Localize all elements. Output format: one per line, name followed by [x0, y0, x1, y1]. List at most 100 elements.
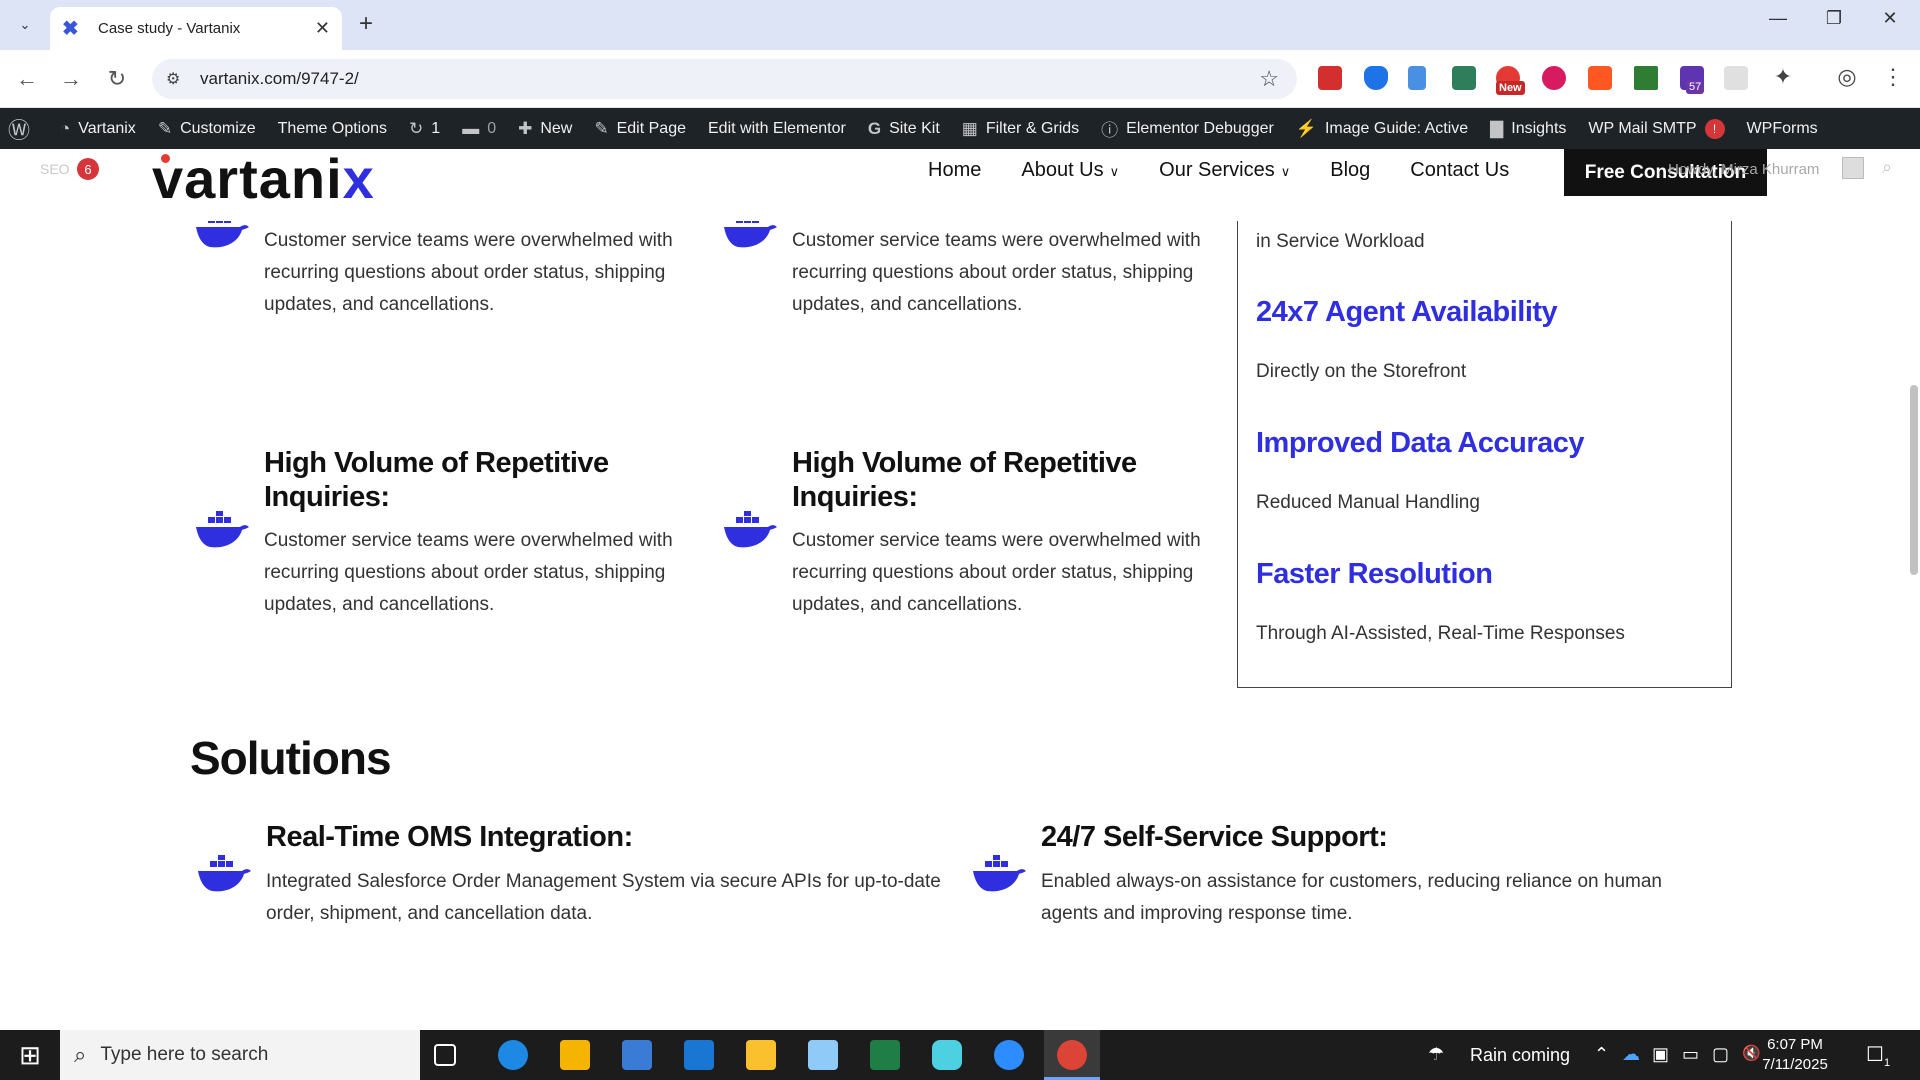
- clock-date: 7/11/2025: [1762, 1056, 1828, 1073]
- minimize-button[interactable]: —: [1758, 8, 1798, 29]
- vartanix-favicon-icon: ✖: [62, 18, 79, 40]
- percent-extension-icon[interactable]: [1588, 66, 1612, 90]
- document-extension-icon[interactable]: [1408, 66, 1426, 90]
- site-logo[interactable]: vartanix: [152, 146, 375, 211]
- adminbar-new[interactable]: ✚ New: [518, 119, 572, 139]
- tab-search-button[interactable]: ⌄: [10, 11, 40, 39]
- weather-text[interactable]: Rain coming: [1470, 1045, 1570, 1066]
- pdf-extension-icon[interactable]: [1318, 66, 1342, 90]
- screen-extension-icon[interactable]: [1452, 66, 1476, 90]
- tab-title: Case study - Vartanix: [98, 20, 241, 37]
- wp-admin-bar: Ⓦ ◔ Vartanix ✎ Customize Theme Options ↻ 1 …: [0, 108, 1920, 149]
- forward-button[interactable]: →: [56, 64, 86, 94]
- mail-icon[interactable]: [684, 1040, 714, 1070]
- microsoft-store-icon[interactable]: [622, 1040, 652, 1070]
- adminbar-wpforms[interactable]: WPForms: [1747, 120, 1818, 138]
- page-scrollbar[interactable]: [1910, 385, 1918, 575]
- site-info-icon[interactable]: ⚙: [166, 69, 190, 89]
- excel-icon[interactable]: [870, 1040, 900, 1070]
- adminbar-edit-elementor[interactable]: Edit with Elementor: [708, 120, 846, 138]
- search-icon: ⌕: [74, 1042, 87, 1067]
- chrome-taskbar-button[interactable]: [1044, 1030, 1100, 1080]
- notification-center-icon[interactable]: ☐1: [1866, 1042, 1890, 1069]
- updates-icon: ↻: [409, 118, 424, 138]
- adminbar-image-guide[interactable]: ⚡ Image Guide: Active: [1296, 119, 1468, 139]
- url-text: vartanix.com/9747-2/: [200, 69, 359, 88]
- site-header: SEO 6 vartanix Home About Us ∨ Our Servic…: [0, 146, 1920, 221]
- grid-extension-icon[interactable]: [1724, 66, 1748, 90]
- extension-count-badge: 57: [1686, 80, 1705, 94]
- windows-start-icon[interactable]: ⊞: [0, 1030, 60, 1080]
- chevron-up-icon[interactable]: ⌃: [1594, 1044, 1609, 1065]
- nav-our-services[interactable]: Our Services ∨: [1159, 159, 1290, 182]
- adminbar-updates[interactable]: ↻ 1: [409, 119, 440, 139]
- bw-extension-icon[interactable]: [1634, 66, 1658, 90]
- browser-tab-active[interactable]: ✖ Case study - Vartanix ✕: [50, 7, 342, 50]
- adminbar-theme-options[interactable]: Theme Options: [278, 120, 387, 138]
- taskbar-search-box[interactable]: ⌕ Type here to search: [60, 1030, 420, 1080]
- google-g-icon: G: [867, 118, 882, 138]
- search-icon[interactable]: ⌕: [1882, 157, 1892, 178]
- howdy-user[interactable]: Howdy, Mirza Khurram: [1668, 161, 1819, 178]
- battery-icon[interactable]: ▭: [1682, 1044, 1699, 1065]
- back-button[interactable]: ←: [12, 64, 42, 94]
- result-heading: 24x7 Agent Availability: [1256, 296, 1558, 328]
- result-subtext: Directly on the Storefront: [1256, 361, 1467, 382]
- taskbar-clock[interactable]: 6:07 PM 7/11/2025: [1740, 1035, 1850, 1075]
- bar-chart-icon: ▇: [1490, 118, 1504, 138]
- adminbar-customize[interactable]: ✎ Customize: [158, 119, 256, 139]
- docker-whale-icon: [194, 221, 250, 251]
- windows-taskbar: ⊞ ⌕ Type here to search ☂ Rain coming ⌃ …: [0, 1030, 1920, 1080]
- adminbar-site-kit[interactable]: G Site Kit: [868, 119, 940, 139]
- taskbar-search-placeholder: Type here to search: [100, 1044, 269, 1065]
- challenge-text: Customer service teams were overwhelmed …: [792, 230, 1201, 315]
- dashboard-icon: ◔: [60, 118, 71, 138]
- tab-close-icon[interactable]: ✕: [315, 18, 330, 39]
- challenge-text: Customer service teams were overwhelmed …: [264, 230, 673, 315]
- adminbar-elementor-debugger[interactable]: ⓘ Elementor Debugger: [1101, 116, 1274, 141]
- edge-browser-icon[interactable]: [498, 1040, 528, 1070]
- menu-kebab-icon[interactable]: ⋮: [1878, 64, 1908, 90]
- zoom-icon[interactable]: [994, 1040, 1024, 1070]
- weather-umbrella-icon[interactable]: ☂: [1428, 1044, 1444, 1065]
- nav-about-us[interactable]: About Us ∨: [1021, 159, 1119, 182]
- shield-extension-icon[interactable]: [1364, 66, 1388, 90]
- nav-blog[interactable]: Blog: [1330, 159, 1370, 182]
- adminbar-wp-mail-smtp[interactable]: WP Mail SMTP!: [1588, 118, 1725, 139]
- file-explorer-icon[interactable]: [560, 1040, 590, 1070]
- app-diamond-icon[interactable]: [932, 1040, 962, 1070]
- sticky-notes-icon[interactable]: [746, 1040, 776, 1070]
- reload-button[interactable]: ↻: [102, 64, 132, 94]
- nav-home[interactable]: Home: [928, 159, 981, 182]
- bookmark-star-icon[interactable]: ☆: [1259, 66, 1279, 92]
- adminbar-insights[interactable]: ▇ Insights: [1490, 119, 1566, 139]
- wp-logo-icon[interactable]: Ⓦ: [8, 113, 38, 145]
- pokeball-extension-icon[interactable]: [1542, 66, 1566, 90]
- pencil-icon: ✎: [594, 118, 609, 138]
- solution-text: Enabled always-on assistance for custome…: [1041, 871, 1662, 924]
- challenge-text: Customer service teams were overwhelmed …: [264, 530, 673, 615]
- meet-icon[interactable]: ▣: [1652, 1044, 1669, 1065]
- info-icon: ⓘ: [1101, 121, 1119, 140]
- chevron-down-icon: ∨: [1280, 164, 1291, 179]
- new-tab-button[interactable]: +: [352, 10, 380, 38]
- adminbar-edit-page[interactable]: ✎ Edit Page: [594, 119, 686, 139]
- docker-whale-icon: [196, 855, 252, 895]
- profile-icon[interactable]: ◎: [1832, 64, 1862, 90]
- nav-contact-us[interactable]: Contact Us: [1410, 159, 1509, 182]
- seo-label[interactable]: SEO: [40, 161, 70, 177]
- result-subtext: Through AI-Assisted, Real-Time Responses: [1256, 623, 1625, 644]
- adminbar-site-name[interactable]: ◔ Vartanix: [60, 119, 136, 139]
- network-icon[interactable]: ▢: [1712, 1044, 1729, 1065]
- notepad-icon[interactable]: [808, 1040, 838, 1070]
- avatar[interactable]: [1842, 157, 1864, 179]
- solutions-heading: Solutions: [190, 732, 392, 784]
- task-view-icon[interactable]: [434, 1044, 456, 1066]
- adminbar-comments[interactable]: ▬ 0: [462, 119, 496, 139]
- onedrive-cloud-icon[interactable]: ☁: [1622, 1044, 1640, 1065]
- address-bar[interactable]: ⚙ vartanix.com/9747-2/ ☆: [152, 59, 1297, 99]
- close-window-button[interactable]: ✕: [1870, 8, 1910, 29]
- restore-button[interactable]: ❐: [1814, 8, 1854, 29]
- extensions-puzzle-icon[interactable]: ✦: [1768, 64, 1798, 90]
- adminbar-filter-grids[interactable]: ▦ Filter & Grids: [962, 119, 1079, 139]
